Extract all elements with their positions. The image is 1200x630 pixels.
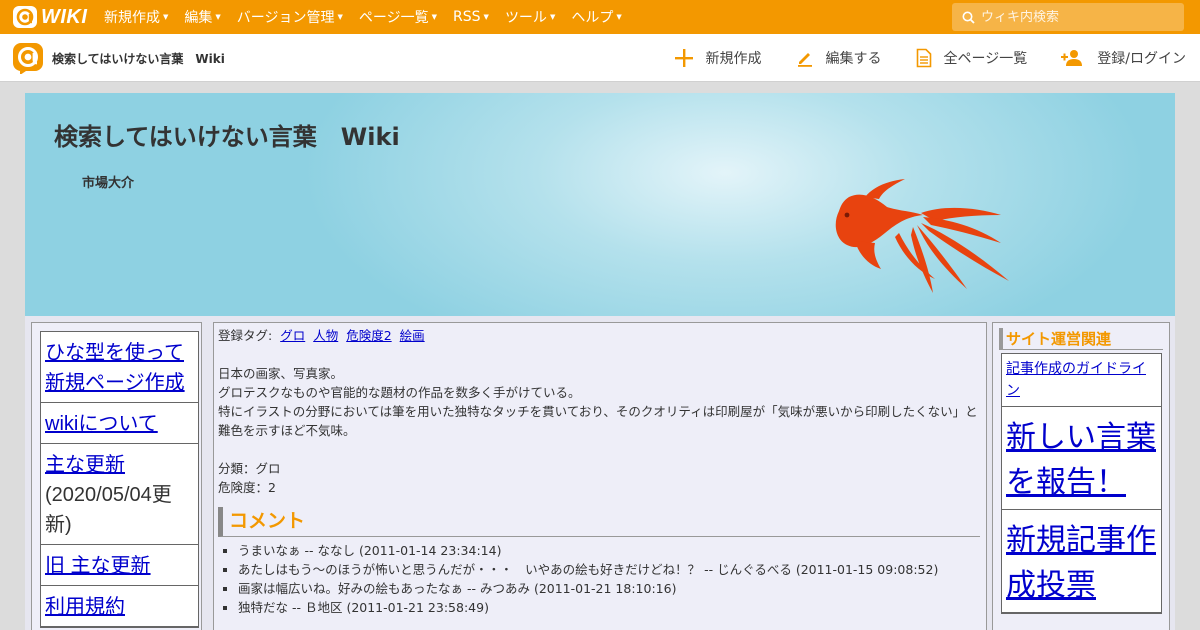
global-navbar: WIKI 新規作成 ▼ 編集 ▼ バージョン管理 ▼ ページ一覧 ▼ RSS ▼ ツール ▼…	[0, 0, 1200, 34]
site-title[interactable]: 検索してはいけない言葉 Wiki	[52, 50, 225, 67]
all-pages-label: 全ページ一覧	[943, 51, 1028, 67]
goldfish-icon	[835, 179, 1009, 293]
chevron-down-icon: ▼	[163, 13, 169, 21]
edit-page-button[interactable]: 編集する	[796, 48, 882, 68]
add-user-icon	[1061, 50, 1083, 66]
nav-rss-label: RSS	[453, 9, 481, 25]
logo-text: WIKI	[41, 5, 88, 28]
comment-item: 独特だな -- Ｂ地区 (2011-01-21 23:58:49)	[238, 598, 982, 617]
category-text: 分類：グロ	[218, 461, 281, 476]
comment-heading: コメント	[218, 507, 980, 537]
tag-link[interactable]: 人物	[313, 328, 338, 343]
comment-item: うまいなぁ -- ななし (2011-01-14 23:34:14)	[238, 541, 982, 560]
at-sign-icon	[13, 6, 37, 28]
nav-tools[interactable]: ツール ▼	[505, 7, 555, 27]
wiki-search-box	[952, 3, 1184, 31]
nav-tools-label: ツール	[504, 10, 547, 26]
danger-level-text: 危険度：2	[218, 480, 276, 495]
document-icon	[916, 48, 931, 68]
page-title[interactable]: 検索してはいけない言葉 Wiki	[54, 117, 400, 152]
list-item: 新規記事作成投票	[1002, 510, 1161, 613]
nav-new-label: 新規作成	[104, 10, 160, 26]
content-area: ひな型を使って新規ページ作成 wikiについて 主な更新 (2020/05/04更…	[25, 316, 1175, 630]
tag-link[interactable]: グロ	[280, 328, 305, 343]
menu-link-about-wiki[interactable]: wikiについて	[45, 413, 158, 435]
site-actions: 新規作成 編集する 全ページ一覧 登録/ログイン	[640, 34, 1186, 82]
list-item: 旧 主な更新	[41, 545, 198, 586]
nav-rss[interactable]: RSS ▼	[453, 9, 489, 25]
atwiki-logo[interactable]: WIKI	[12, 5, 87, 29]
menu-link-guideline[interactable]: 記事作成のガイドライン	[1006, 361, 1146, 399]
new-page-label: 新規作成	[705, 51, 762, 67]
comment-item: あたしはもう～のほうが怖いと思うんだが・・・ いやあの絵も好きだけどね！？ --…	[238, 560, 982, 579]
site-logo-icon[interactable]	[12, 42, 44, 74]
tags-label: 登録タグ:	[218, 328, 273, 343]
nav-help[interactable]: ヘルプ ▼	[571, 7, 621, 27]
left-sidebar: ひな型を使って新規ページ作成 wikiについて 主な更新 (2020/05/04更…	[31, 322, 202, 630]
updated-date-text: (2020/05/04更新)	[45, 484, 172, 536]
list-item: 利用規約	[41, 586, 198, 627]
list-item: wikiについて	[41, 403, 198, 444]
chevron-down-icon: ▼	[337, 13, 343, 21]
article-text: グロテスクなものや官能的な題材の作品を数多く手がけている。	[218, 385, 581, 400]
page-subtitle: 市場大介	[82, 176, 135, 191]
new-page-button[interactable]: 新規作成	[674, 48, 762, 68]
nav-version-label: バージョン管理	[236, 10, 335, 26]
menu-link-template-new-page[interactable]: ひな型を使って新規ページ作成	[45, 342, 185, 394]
article-text: 特にイラストの分野においては筆を用いた独特なタッチを貫いており、そのクオリティは…	[218, 404, 978, 438]
chevron-down-icon: ▼	[483, 13, 489, 21]
list-item: ひな型を使って新規ページ作成	[41, 332, 198, 403]
chevron-down-icon: ▼	[616, 13, 622, 21]
site-toolbar: 検索してはいけない言葉 Wiki 新規作成 編集する 全ページ一覧 登録/ログイ…	[0, 34, 1200, 82]
tag-link[interactable]: 絵画	[400, 328, 425, 343]
list-item: 記事作成のガイドライン	[1002, 354, 1161, 407]
menu-link-terms[interactable]: 利用規約	[45, 596, 125, 618]
nav-pages-label: ページ一覧	[358, 10, 429, 26]
article-text: 日本の画家、写真家。	[218, 366, 344, 381]
comment-list: うまいなぁ -- ななし (2011-01-14 23:34:14) あたしはも…	[218, 541, 982, 617]
list-item: 新しい言葉を報告！	[1002, 407, 1161, 510]
main-article: 登録タグ: グロ 人物 危険度2 絵画 日本の画家、写真家。 グロテスクなものや…	[213, 322, 987, 630]
list-item: 主な更新 (2020/05/04更新)	[41, 444, 198, 545]
menu-link-new-article-vote[interactable]: 新規記事作成投票	[1006, 524, 1156, 602]
left-menu: ひな型を使って新規ページ作成 wikiについて 主な更新 (2020/05/04更…	[40, 331, 199, 628]
nav-version[interactable]: バージョン管理 ▼	[237, 7, 343, 27]
chevron-down-icon: ▼	[549, 13, 556, 21]
menu-link-old-updates[interactable]: 旧 主な更新	[45, 555, 151, 577]
search-input[interactable]	[981, 9, 1171, 25]
nav-help-label: ヘルプ	[571, 10, 614, 26]
login-button[interactable]: 登録/ログイン	[1061, 48, 1186, 68]
nav-edit-label: 編集	[184, 10, 213, 26]
pencil-icon	[797, 53, 812, 67]
right-sidebar: サイト運営関連 記事作成のガイドライン 新しい言葉を報告！ 新規記事作成投票	[992, 322, 1170, 630]
comment-item: 画家は幅広いね。好みの絵もあったなぁ -- みつあみ (2011-01-21 1…	[238, 579, 982, 598]
plus-icon	[674, 49, 693, 67]
tag-list: 登録タグ: グロ 人物 危険度2 絵画	[218, 326, 982, 345]
top-nav-menu: 新規作成 ▼ 編集 ▼ バージョン管理 ▼ ページ一覧 ▼ RSS ▼ ツール ▼ ヘルプ ▼	[104, 0, 638, 34]
right-menu: 記事作成のガイドライン 新しい言葉を報告！ 新規記事作成投票	[1001, 353, 1162, 614]
chevron-down-icon: ▼	[215, 13, 221, 21]
header-banner: 検索してはいけない言葉 Wiki 市場大介	[25, 93, 1175, 316]
edit-page-label: 編集する	[825, 51, 882, 67]
search-icon	[962, 11, 975, 24]
menu-link-report-word[interactable]: 新しい言葉を報告！	[1006, 421, 1156, 499]
nav-pages[interactable]: ページ一覧 ▼	[359, 7, 437, 27]
nav-edit[interactable]: 編集 ▼	[184, 7, 220, 27]
tag-link[interactable]: 危険度2	[346, 328, 391, 343]
all-pages-button[interactable]: 全ページ一覧	[916, 48, 1028, 68]
chevron-down-icon: ▼	[431, 13, 438, 21]
right-sidebar-heading: サイト運営関連	[999, 328, 1163, 350]
nav-new[interactable]: 新規作成 ▼	[104, 7, 168, 27]
login-label: 登録/ログイン	[1097, 51, 1186, 67]
menu-link-main-updates[interactable]: 主な更新	[45, 454, 125, 476]
